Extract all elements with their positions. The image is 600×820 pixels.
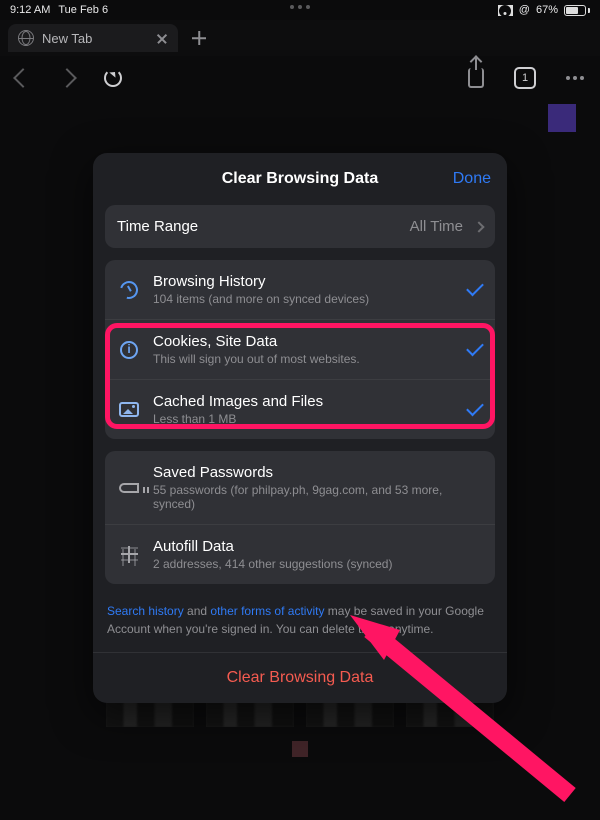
tab-strip: New Tab (0, 20, 600, 56)
option-cookies[interactable]: Cookies, Site Data This will sign you ou… (105, 319, 495, 379)
option-label: Cached Images and Files (153, 393, 455, 410)
autofill-icon (121, 546, 138, 563)
at-icon: @ (519, 4, 530, 16)
other-activity-link[interactable]: other forms of activity (210, 604, 324, 618)
status-time: 9:12 AM (10, 4, 50, 16)
option-sub: 55 passwords (for philpay.ph, 9gag.com, … (153, 483, 483, 511)
share-button[interactable] (468, 68, 484, 88)
battery-percent: 67% (536, 4, 558, 16)
close-tab-icon[interactable] (156, 32, 168, 44)
modal-title: Clear Browsing Data (222, 170, 378, 188)
forward-button[interactable] (57, 68, 77, 88)
option-browsing-history[interactable]: Browsing History 104 items (and more on … (105, 260, 495, 319)
clear-data-button[interactable]: Clear Browsing Data (93, 652, 507, 703)
time-range-value: All Time (410, 218, 463, 235)
image-icon (119, 402, 139, 417)
checkmark-icon (466, 339, 484, 357)
site-tile-small (292, 741, 308, 757)
option-sub: This will sign you out of most websites. (153, 352, 455, 366)
tab-title: New Tab (42, 31, 92, 46)
option-sub: 104 items (and more on synced devices) (153, 292, 455, 306)
option-cached[interactable]: Cached Images and Files Less than 1 MB (105, 379, 495, 439)
option-sub: 2 addresses, 414 other suggestions (sync… (153, 557, 483, 571)
option-autofill[interactable]: Autofill Data 2 addresses, 414 other sug… (105, 524, 495, 584)
browser-toolbar: 1 (0, 56, 600, 100)
new-tab-button[interactable] (192, 31, 206, 45)
globe-icon (18, 30, 34, 46)
footer-note: Search history and other forms of activi… (93, 596, 507, 652)
option-label: Autofill Data (153, 538, 483, 555)
battery-icon (564, 5, 590, 16)
info-icon (120, 341, 138, 359)
multitasking-dots-icon (290, 5, 310, 9)
modal-header: Clear Browsing Data Done (93, 153, 507, 205)
back-button[interactable] (13, 68, 33, 88)
time-range-row[interactable]: Time Range All Time (105, 205, 495, 248)
option-sub: Less than 1 MB (153, 412, 455, 426)
tab-count: 1 (522, 72, 528, 84)
option-label: Cookies, Site Data (153, 333, 455, 350)
tab-switcher-button[interactable]: 1 (514, 67, 536, 89)
chevron-right-icon (473, 221, 484, 232)
checkmark-icon (466, 399, 484, 417)
key-icon (119, 483, 139, 493)
option-label: Saved Passwords (153, 464, 483, 481)
reload-button[interactable] (104, 69, 122, 87)
option-label: Browsing History (153, 273, 455, 290)
wifi-icon (498, 5, 513, 16)
time-range-label: Time Range (117, 218, 398, 235)
overflow-menu-button[interactable] (566, 76, 584, 80)
clear-browsing-data-modal: Clear Browsing Data Done Time Range All … (93, 153, 507, 703)
status-bar: 9:12 AM Tue Feb 6 @ 67% (0, 0, 600, 20)
status-date: Tue Feb 6 (58, 4, 108, 16)
checkmark-icon (466, 279, 484, 297)
search-history-link[interactable]: Search history (107, 604, 184, 618)
done-button[interactable]: Done (453, 170, 491, 188)
browser-tab[interactable]: New Tab (8, 24, 178, 52)
option-passwords[interactable]: Saved Passwords 55 passwords (for philpa… (105, 451, 495, 524)
history-icon (117, 277, 142, 302)
